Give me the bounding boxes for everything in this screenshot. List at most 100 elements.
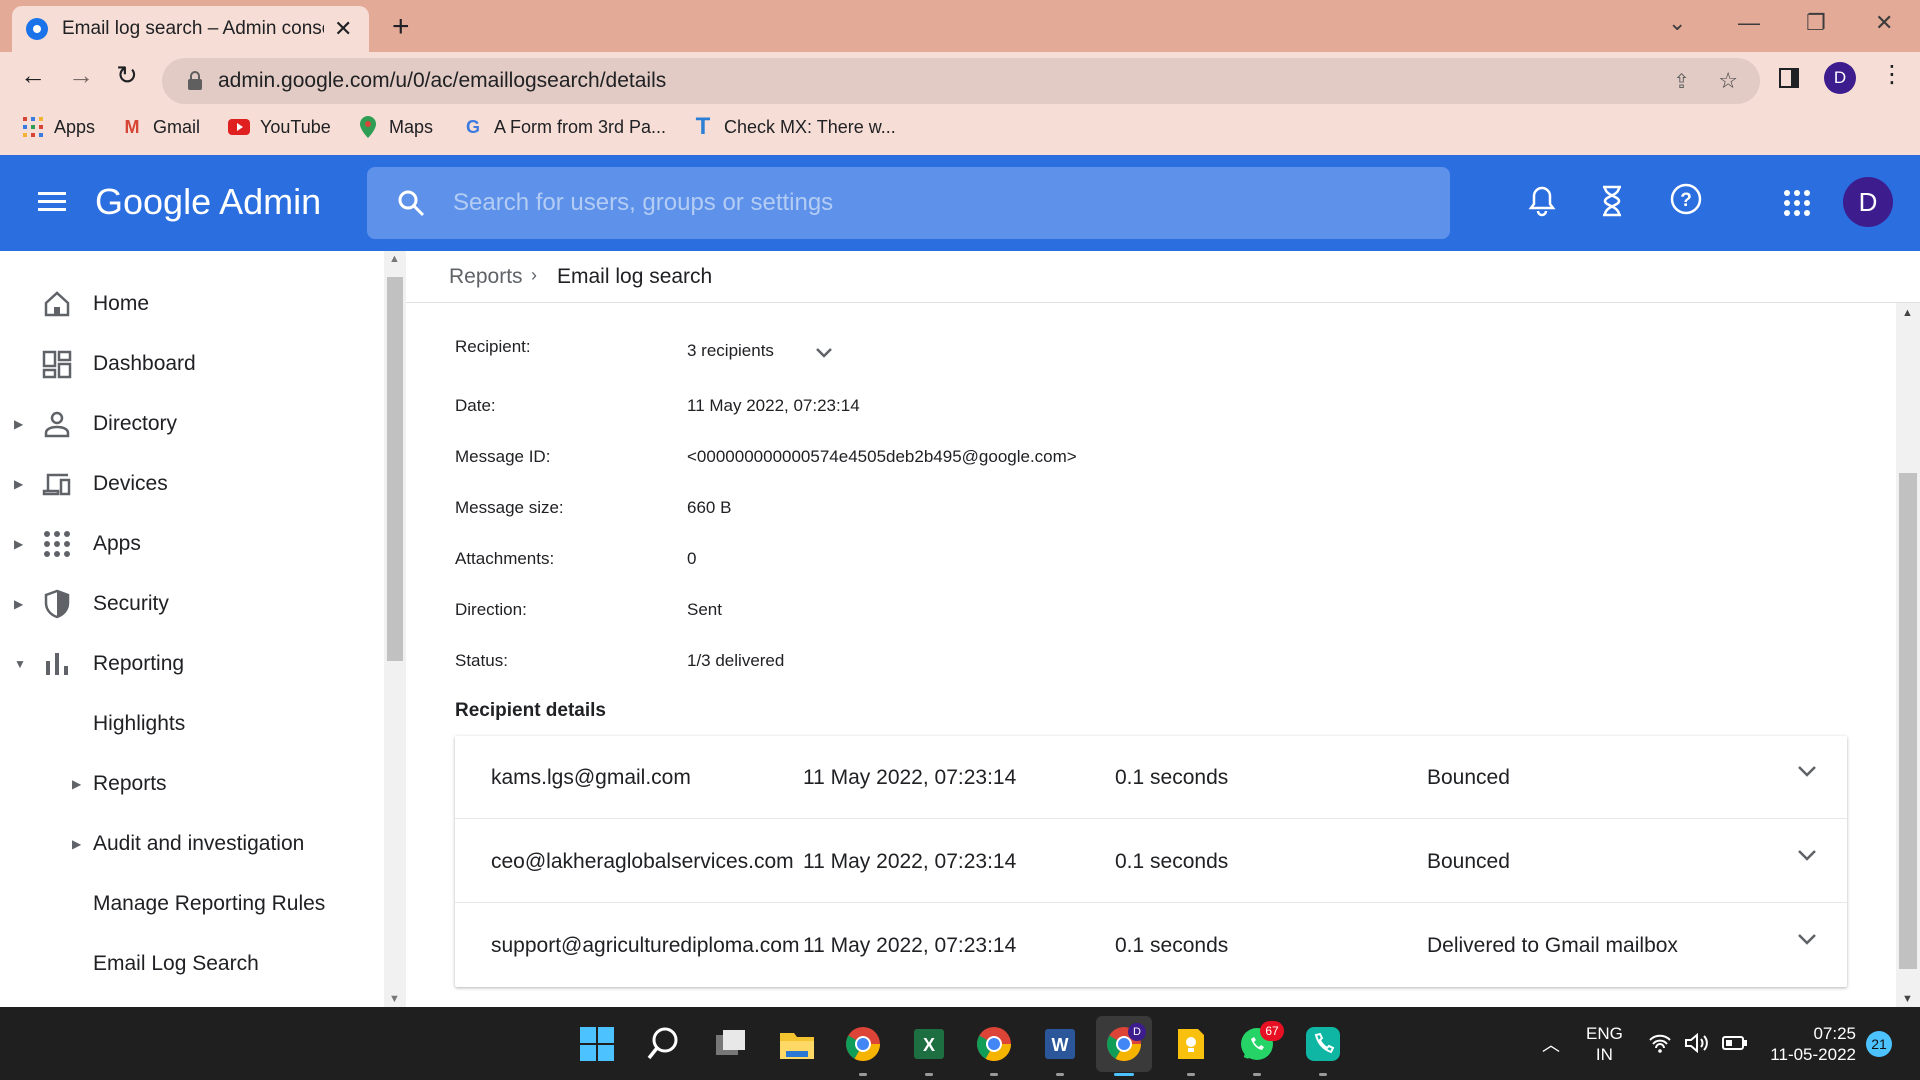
file-explorer-icon[interactable] xyxy=(778,1025,816,1063)
search-input[interactable] xyxy=(453,189,1353,217)
scroll-down-icon[interactable]: ▼ xyxy=(1902,993,1913,1005)
message-id-label: Message ID: xyxy=(455,447,551,466)
attachments-value: 0 xyxy=(687,549,697,568)
restore-button[interactable]: ❐ xyxy=(1806,10,1826,36)
clock[interactable]: 07:25 11-05-2022 xyxy=(1766,1023,1856,1065)
chevron-down-icon[interactable] xyxy=(1797,848,1817,862)
volume-icon[interactable] xyxy=(1684,1033,1710,1053)
word-icon[interactable]: W xyxy=(1041,1025,1079,1063)
bookmark-form[interactable]: G A Form from 3rd Pa... xyxy=(462,116,666,138)
task-view-icon[interactable] xyxy=(712,1025,750,1063)
collapse-arrow-icon[interactable]: ▼ xyxy=(14,657,26,671)
bell-icon[interactable] xyxy=(1528,185,1556,217)
apps-grid-icon[interactable] xyxy=(1784,190,1810,216)
expand-arrow-icon[interactable]: ▶ xyxy=(14,477,23,491)
browser-menu-icon[interactable]: ⋮ xyxy=(1880,60,1904,89)
recipient-status: Delivered to Gmail mailbox xyxy=(1427,934,1678,957)
status-value: 1/3 delivered xyxy=(687,651,785,670)
content-scrollbar[interactable]: ▲ ▼ xyxy=(1896,303,1920,1007)
admin-search-box[interactable] xyxy=(367,167,1450,239)
recipient-email: kams.lgs@gmail.com xyxy=(491,766,691,789)
back-button[interactable]: ← xyxy=(20,60,46,91)
minimize-button[interactable]: — xyxy=(1738,10,1760,36)
share-icon[interactable]: ⇪ xyxy=(1673,69,1690,94)
tab-search-icon[interactable]: ⌄ xyxy=(1668,10,1686,36)
bookmark-maps[interactable]: Maps xyxy=(357,116,433,138)
excel-icon[interactable]: X xyxy=(910,1025,948,1063)
language-indicator[interactable]: ENG IN xyxy=(1586,1023,1623,1065)
chrome-icon[interactable] xyxy=(975,1025,1013,1063)
battery-icon[interactable] xyxy=(1722,1035,1748,1051)
account-avatar[interactable]: D xyxy=(1843,177,1893,227)
mxtoolbox-icon: T xyxy=(695,113,711,140)
keep-notes-icon[interactable] xyxy=(1172,1025,1210,1063)
bookmark-check-mx[interactable]: T Check MX: There w... xyxy=(692,113,896,140)
expand-arrow-icon[interactable]: ▶ xyxy=(14,537,23,551)
recipient-date: 11 May 2022, 07:23:14 xyxy=(803,766,1017,789)
sidebar-item-label: Manage Reporting Rules xyxy=(93,892,326,915)
breadcrumb-reports[interactable]: Reports xyxy=(449,265,523,289)
recipient-duration: 0.1 seconds xyxy=(1115,934,1229,957)
phone-link-icon[interactable] xyxy=(1304,1025,1342,1063)
scroll-up-icon[interactable]: ▲ xyxy=(389,253,400,265)
help-icon[interactable]: ? xyxy=(1669,182,1703,216)
bookmark-apps[interactable]: Apps xyxy=(22,116,95,138)
chevron-down-icon[interactable] xyxy=(1797,932,1817,946)
table-row[interactable]: kams.lgs@gmail.com 11 May 2022, 07:23:14… xyxy=(455,736,1847,819)
bookmark-label: Apps xyxy=(54,116,96,137)
expand-arrow-icon[interactable]: ▶ xyxy=(72,837,81,851)
bookmark-youtube[interactable]: YouTube xyxy=(228,116,331,138)
running-indicator xyxy=(859,1073,867,1076)
content-scroll-thumb[interactable] xyxy=(1899,473,1917,969)
sidebar-item-label: Directory xyxy=(93,412,178,435)
recipient-value[interactable]: 3 recipients xyxy=(687,341,774,361)
chevron-down-icon[interactable] xyxy=(1797,764,1817,778)
scroll-down-icon[interactable]: ▼ xyxy=(389,993,400,1005)
windows-start-icon[interactable] xyxy=(578,1025,616,1063)
recipient-details-table: kams.lgs@gmail.com 11 May 2022, 07:23:14… xyxy=(455,736,1847,987)
close-tab-icon[interactable]: ✕ xyxy=(334,16,352,42)
reload-button[interactable]: ↻ xyxy=(116,60,138,91)
close-window-button[interactable]: ✕ xyxy=(1875,10,1893,36)
app-brand[interactable]: Google Admin xyxy=(95,181,321,223)
expand-arrow-icon[interactable]: ▶ xyxy=(72,777,81,791)
page-title: Email log search xyxy=(557,265,713,288)
sidebar-item-label: Highlights xyxy=(93,712,186,735)
browser-tab[interactable]: Email log search – Admin console ✕ xyxy=(12,6,369,52)
table-row[interactable]: ceo@lakheraglobalservices.com 11 May 202… xyxy=(455,820,1847,903)
sidebar-item-label: Devices xyxy=(93,472,168,495)
direction-value: Sent xyxy=(687,600,722,619)
menu-icon[interactable] xyxy=(38,191,66,213)
side-panel-icon[interactable] xyxy=(1779,68,1799,88)
browser-profile-avatar[interactable]: D xyxy=(1824,62,1856,94)
chevron-down-icon[interactable] xyxy=(815,347,833,359)
search-taskbar-icon[interactable] xyxy=(645,1025,683,1063)
new-tab-button[interactable]: + xyxy=(392,10,410,44)
sidebar-item-label: Apps xyxy=(93,532,141,555)
bookmark-gmail[interactable]: M Gmail xyxy=(121,116,201,138)
shield-icon xyxy=(44,589,70,619)
clock-time: 07:25 xyxy=(1813,1024,1856,1043)
running-indicator xyxy=(925,1073,933,1076)
sidebar-scroll-thumb[interactable] xyxy=(387,277,403,661)
maps-icon xyxy=(357,116,379,138)
recipient-date: 11 May 2022, 07:23:14 xyxy=(803,934,1017,957)
bookmark-label: Maps xyxy=(389,116,434,137)
expand-arrow-icon[interactable]: ▶ xyxy=(14,417,23,431)
running-indicator xyxy=(1253,1073,1261,1076)
running-indicator xyxy=(990,1073,998,1076)
recipient-status: Bounced xyxy=(1427,850,1510,873)
hourglass-icon[interactable] xyxy=(1600,185,1624,217)
wifi-icon[interactable] xyxy=(1648,1033,1672,1053)
table-row[interactable]: support@agriculturediploma.com 11 May 20… xyxy=(455,904,1847,987)
scroll-up-icon[interactable]: ▲ xyxy=(1902,307,1913,319)
notification-count-badge[interactable]: 21 xyxy=(1866,1031,1892,1057)
sidebar-scrollbar[interactable]: ▲ ▼ xyxy=(384,251,406,1007)
direction-label: Direction: xyxy=(455,600,527,619)
bookmark-star-icon[interactable]: ☆ xyxy=(1718,68,1738,94)
expand-arrow-icon[interactable]: ▶ xyxy=(14,597,23,611)
address-bar[interactable]: admin.google.com/u/0/ac/emaillogsearch/d… xyxy=(162,58,1760,104)
forward-button[interactable]: → xyxy=(68,60,94,91)
chrome-icon[interactable] xyxy=(844,1025,882,1063)
chevron-up-icon[interactable]: ︿ xyxy=(1542,1031,1560,1057)
